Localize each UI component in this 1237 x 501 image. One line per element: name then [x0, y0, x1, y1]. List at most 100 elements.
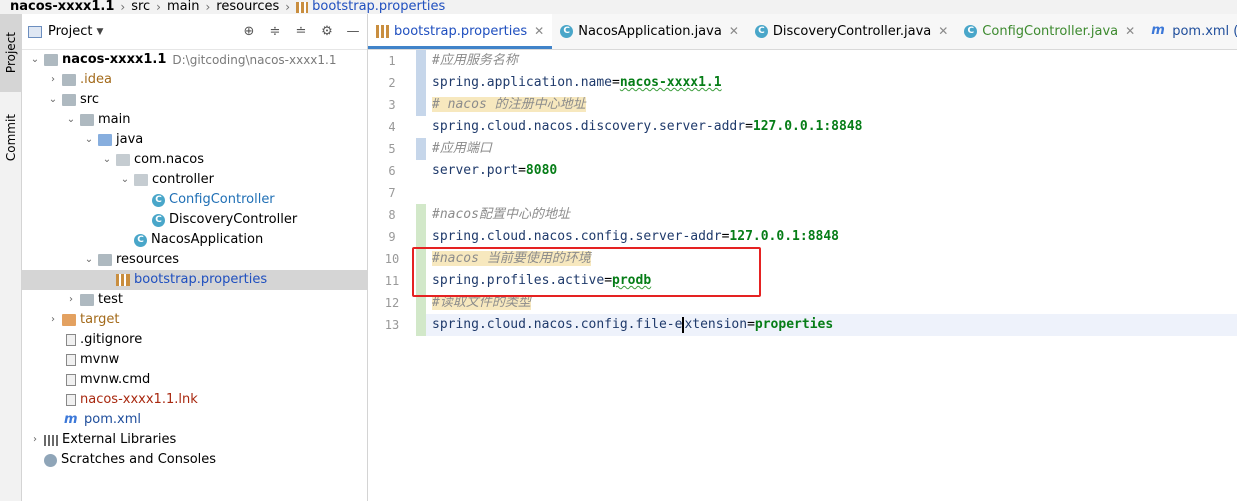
code-area[interactable]: 1 #应用服务名称 2 spring.application.name=naco… [368, 50, 1237, 501]
change-marker[interactable] [416, 204, 426, 226]
equals-sign: = [612, 75, 620, 90]
breadcrumb-project[interactable]: nacos-xxxx1.1 [0, 0, 114, 14]
change-marker[interactable] [416, 226, 426, 248]
project-tool-tab[interactable]: Project [0, 14, 22, 92]
code-line-11[interactable]: 11 spring.profiles.active=prodb [368, 270, 1237, 292]
chevron-right-icon[interactable]: › [28, 430, 42, 450]
change-marker[interactable] [416, 270, 426, 292]
tree-item-label: .gitignore [80, 332, 143, 347]
breadcrumb-file[interactable]: bootstrap.properties [296, 0, 445, 14]
tree-item-label: .idea [80, 72, 112, 87]
tree-item-package[interactable]: ⌄ com.nacos [22, 150, 368, 170]
gitignore-file-icon [66, 334, 76, 346]
code-line-13[interactable]: 13 spring.cloud.nacos.config.file-e xtens… [368, 314, 1237, 336]
change-marker [416, 182, 426, 204]
chevron-down-icon[interactable]: ⌄ [82, 130, 96, 150]
tree-item-external-libraries[interactable]: › External Libraries [22, 430, 368, 450]
tab-bootstrap-properties[interactable]: bootstrap.properties ✕ [368, 14, 553, 49]
tree-item-lnk[interactable]: nacos-xxxx1.1.lnk [22, 390, 368, 410]
change-marker[interactable] [416, 94, 426, 116]
change-marker [416, 116, 426, 138]
code-line-5[interactable]: 5 #应用端口 [368, 138, 1237, 160]
tree-item-discovery-controller[interactable]: C DiscoveryController [22, 210, 368, 230]
tab-config-controller[interactable]: C ConfigController.java ✕ [956, 14, 1143, 49]
code-line-12[interactable]: 12 #读取文件的类型 [368, 292, 1237, 314]
chevron-right-icon: › [120, 0, 126, 14]
tree-item-root[interactable]: ⌄ nacos-xxxx1.1 D:\gitcoding\nacos-xxxx1… [22, 50, 368, 70]
chevron-right-icon[interactable]: › [46, 310, 60, 330]
property-value: 127.0.0.1:8848 [729, 229, 839, 244]
code-line-3[interactable]: 3 # nacos 的注册中心地址 [368, 94, 1237, 116]
project-panel-title[interactable]: Project [48, 24, 92, 39]
chevron-right-icon[interactable]: › [46, 70, 60, 90]
commit-tool-tab[interactable]: Commit [0, 100, 22, 176]
tree-item-gitignore[interactable]: .gitignore [22, 330, 368, 350]
collapse-all-icon[interactable]: ≐ [293, 24, 309, 39]
breadcrumb-src[interactable]: src [131, 0, 150, 14]
code-line-6[interactable]: 6 server.port=8080 [368, 160, 1237, 182]
project-icon [28, 25, 42, 38]
tree-item-controller[interactable]: ⌄ controller [22, 170, 368, 190]
expand-all-icon[interactable]: ≑ [267, 24, 283, 39]
property-key: spring.profiles.active [432, 273, 605, 288]
change-marker[interactable] [416, 248, 426, 270]
locate-icon[interactable]: ⊕ [241, 24, 257, 39]
change-marker[interactable] [416, 50, 426, 72]
close-icon[interactable]: ✕ [729, 24, 739, 38]
change-marker[interactable] [416, 72, 426, 94]
tree-item-config-controller[interactable]: C ConfigController [22, 190, 368, 210]
chevron-down-icon[interactable]: ▼ [96, 27, 103, 37]
chevron-right-icon[interactable]: › [64, 290, 78, 310]
tree-item-label: External Libraries [62, 432, 177, 447]
change-marker[interactable] [416, 292, 426, 314]
code-line-7[interactable]: 7 [368, 182, 1237, 204]
tree-item-idea[interactable]: › .idea [22, 70, 368, 90]
chevron-down-icon[interactable]: ⌄ [46, 90, 60, 110]
tree-item-label: ConfigController [169, 192, 275, 207]
tree-item-mvnw[interactable]: mvnw [22, 350, 368, 370]
code-line-9[interactable]: 9 spring.cloud.nacos.config.server-addr=… [368, 226, 1237, 248]
code-line-1[interactable]: 1 #应用服务名称 [368, 50, 1237, 72]
tree-item-target[interactable]: › target [22, 310, 368, 330]
class-icon: C [754, 24, 768, 38]
property-value: prodb [612, 273, 652, 288]
tree-item-test[interactable]: › test [22, 290, 368, 310]
tree-item-java[interactable]: ⌄ java [22, 130, 368, 150]
close-icon[interactable]: ✕ [1125, 24, 1135, 38]
chevron-down-icon[interactable]: ⌄ [100, 150, 114, 170]
equals-sign: = [518, 163, 526, 178]
tree-item-pom[interactable]: m pom.xml [22, 410, 368, 430]
breadcrumb-main[interactable]: main [167, 0, 199, 14]
chevron-down-icon[interactable]: ⌄ [82, 250, 96, 270]
hide-icon[interactable]: — [345, 24, 361, 39]
tree-item-src[interactable]: ⌄ src [22, 90, 368, 110]
tab-discovery-controller[interactable]: C DiscoveryController.java ✕ [747, 14, 956, 49]
change-marker[interactable] [416, 314, 426, 336]
code-line-2[interactable]: 2 spring.application.name=nacos-xxxx1.1 [368, 72, 1237, 94]
breadcrumb-resources[interactable]: resources [216, 0, 279, 14]
gear-icon[interactable]: ⚙ [319, 24, 335, 39]
chevron-down-icon[interactable]: ⌄ [64, 110, 78, 130]
tab-nacos-application[interactable]: C NacosApplication.java ✕ [552, 14, 747, 49]
line-number: 10 [384, 252, 400, 266]
code-line-8[interactable]: 8 #nacos配置中心的地址 [368, 204, 1237, 226]
equals-sign: = [745, 119, 753, 134]
close-icon[interactable]: ✕ [938, 24, 948, 38]
tree-item-scratches[interactable]: Scratches and Consoles [22, 450, 368, 470]
tree-item-nacos-application[interactable]: C NacosApplication [22, 230, 368, 250]
tree-item-mvnw-cmd[interactable]: mvnw.cmd [22, 370, 368, 390]
chevron-down-icon[interactable]: ⌄ [118, 170, 132, 190]
chevron-down-icon[interactable]: ⌄ [28, 50, 42, 70]
code-line-4[interactable]: 4 spring.cloud.nacos.discovery.server-ad… [368, 116, 1237, 138]
tree-item-main[interactable]: ⌄ main [22, 110, 368, 130]
tree-item-resources[interactable]: ⌄ resources [22, 250, 368, 270]
close-icon[interactable]: ✕ [534, 24, 544, 38]
property-key: spring.cloud.nacos.discovery.server-addr [432, 119, 746, 134]
tab-pom-xml[interactable]: m pom.xml (nacos) [1143, 14, 1237, 49]
line-number: 4 [388, 120, 396, 134]
project-panel: Project ▼ ⊕ ≑ ≐ ⚙ — ⌄ nacos-xxxx1.1 D:\g… [22, 14, 368, 501]
change-marker[interactable] [416, 138, 426, 160]
tree-item-bootstrap[interactable]: bootstrap.properties [22, 270, 368, 290]
code-line-10[interactable]: 10 #nacos 当前要使用的环境 [368, 248, 1237, 270]
tree-item-label: nacos-xxxx1.1 [62, 52, 167, 67]
